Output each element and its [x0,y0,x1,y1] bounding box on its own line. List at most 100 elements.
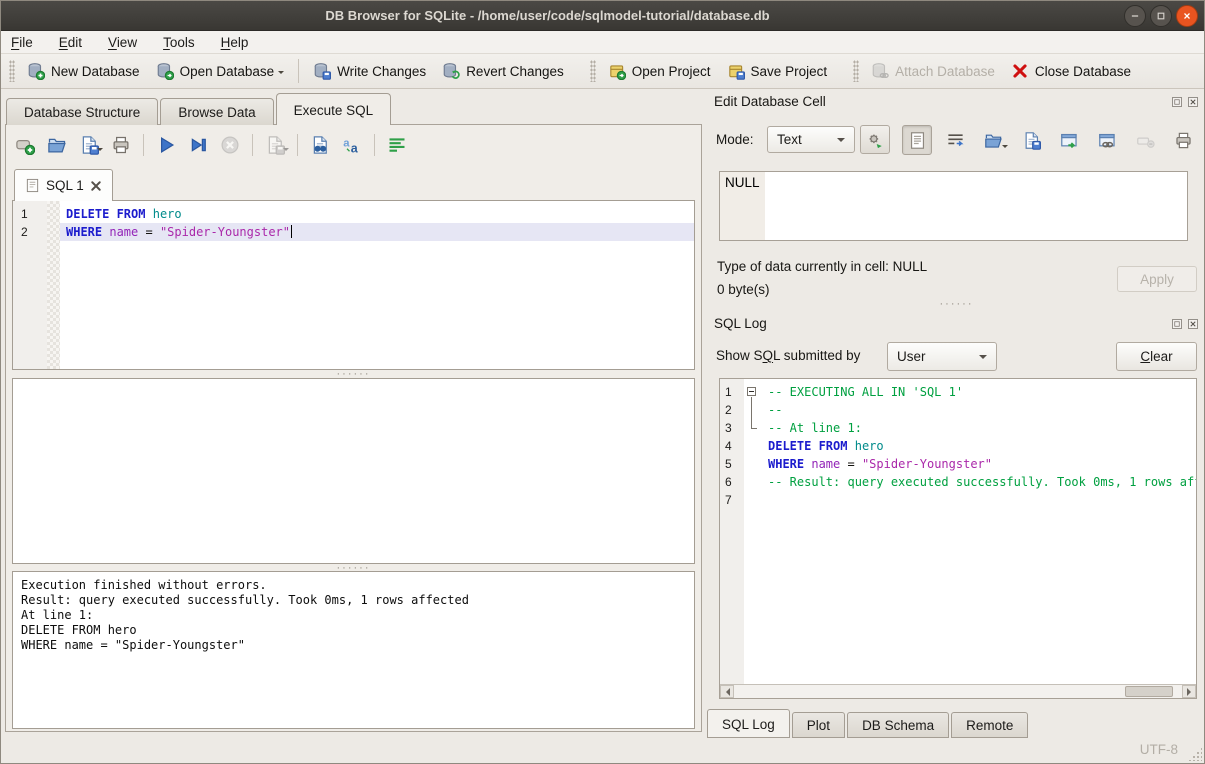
code-line: DELETE FROM hero [762,437,1196,455]
scroll-left-arrow[interactable] [720,685,734,698]
toolbar-drag-handle[interactable] [9,60,15,82]
code-line: -- At line 1: [762,419,1196,437]
message-line: DELETE FROM hero [21,623,686,638]
fold-marker[interactable] [744,383,762,401]
line-number: 1 [720,383,744,401]
bottom-tab-remote[interactable]: Remote [951,712,1028,738]
import-data-button[interactable] [978,125,1008,155]
toolbar-drag-handle[interactable] [590,60,596,82]
open-database-label: Open Database [180,64,275,79]
menu-item-tools[interactable]: Tools [163,35,195,50]
dock-splitter[interactable]: ······ [707,301,1205,307]
sql-editor-toolbar: aa [10,131,412,159]
bottom-tab-db-schema[interactable]: DB Schema [847,712,949,738]
revert-changes-button[interactable]: Revert Changes [434,57,572,85]
scroll-right-arrow[interactable] [1182,685,1196,698]
bottom-tab-sql-log[interactable]: SQL Log [707,709,790,738]
menu-item-file[interactable]: File [11,35,33,50]
attach-database-button[interactable]: Attach Database [863,57,1003,85]
editor-code-area[interactable]: DELETE FROM heroWHERE name = "Spider-You… [60,201,694,369]
code-line: WHERE name = "Spider-Youngster" [60,223,694,241]
save-results-button[interactable] [260,131,290,159]
open-external-button[interactable] [1054,125,1084,155]
log-filter-select[interactable]: User [887,342,997,371]
log-horizontal-scrollbar[interactable] [720,684,1196,698]
set-null-button[interactable] [1130,125,1160,155]
svg-text:a: a [343,137,350,149]
text-mode-icon [908,131,927,150]
close-db-icon [1011,62,1029,80]
bottom-tab-plot[interactable]: Plot [792,712,845,738]
sql-editor[interactable]: 12 DELETE FROM heroWHERE name = "Spider-… [12,200,695,370]
print-sql-button[interactable] [106,131,136,159]
new-database-button[interactable]: New Database [19,57,148,85]
scrollbar-thumb[interactable] [1125,686,1173,697]
title-bar[interactable]: DB Browser for SQLite - /home/user/code/… [1,1,1204,31]
open-database-button[interactable]: Open Database [148,57,293,85]
menu-item-view[interactable]: View [108,35,137,50]
results-table-area[interactable] [12,378,695,564]
print-cell-button[interactable] [1168,125,1198,155]
sql-document-tab[interactable]: SQL 1 [14,169,113,201]
external-icon [1060,131,1079,150]
log-fold-margin[interactable] [744,379,762,684]
find-replace-button[interactable] [305,131,335,159]
code-line: WHERE name = "Spider-Youngster" [762,455,1196,473]
close-dock-icon[interactable] [1187,318,1199,330]
sql-log-dock-title: SQL Log [714,316,767,331]
auto-format-button[interactable]: aa [337,131,367,159]
apply-button[interactable]: Apply [1117,266,1197,292]
maximize-window-button[interactable] [1150,5,1172,27]
execution-message-area[interactable]: Execution finished without errors.Result… [12,571,695,729]
link-icon [1098,131,1117,150]
clear-log-button[interactable]: Clear [1116,342,1197,371]
tab-database-structure[interactable]: Database Structure [6,98,158,125]
format-icon: aa [342,135,362,155]
stop-execution-button[interactable] [215,131,245,159]
dropdown-arrow-icon[interactable] [278,71,284,77]
toolbar-drag-handle[interactable] [853,60,859,82]
link-data-button[interactable] [1092,125,1122,155]
write-changes-button[interactable]: Write Changes [305,57,434,85]
execute-all-button[interactable] [151,131,181,159]
save-sql-file-button[interactable] [74,131,104,159]
execute-line-button[interactable] [183,131,213,159]
apply-format-button[interactable] [860,125,890,154]
close-database-button[interactable]: Close Database [1003,57,1139,85]
proj-open-icon [608,62,626,80]
word-wrap-button[interactable] [382,131,412,159]
export-data-button[interactable] [1016,125,1046,155]
line-number: 7 [720,491,744,509]
gear-icon [866,131,884,149]
float-dock-icon[interactable] [1171,96,1183,108]
cell-value-editor[interactable]: NULL [719,171,1188,241]
cell-text-area[interactable] [765,172,1187,240]
code-line: -- [762,401,1196,419]
window-controls [1124,5,1198,27]
close-dock-icon[interactable] [1187,96,1199,108]
db-revert-icon [442,62,460,80]
mode-select[interactable]: Text [767,126,855,153]
new-sql-tab-button[interactable] [10,131,40,159]
sql-log-view[interactable]: 1234567 -- EXECUTING ALL IN 'SQL 1'---- … [719,378,1197,699]
close-tab-icon[interactable] [90,180,102,192]
line-number: 2 [720,401,744,419]
minimize-window-button[interactable] [1124,5,1146,27]
line-number: 5 [720,455,744,473]
fold-marker [744,401,762,419]
float-dock-icon[interactable] [1171,318,1183,330]
menu-item-help[interactable]: Help [221,35,249,50]
text-mode-button[interactable] [902,125,932,155]
cell-wordwrap-button[interactable] [940,125,970,155]
tab-execute-sql[interactable]: Execute SQL [276,93,392,125]
tab-browse-data[interactable]: Browse Data [160,98,273,125]
close-window-button[interactable] [1176,5,1198,27]
open-sql-file-button[interactable] [42,131,72,159]
line-number: 4 [720,437,744,455]
save-project-button[interactable]: Save Project [719,57,836,85]
menu-item-edit[interactable]: Edit [59,35,82,50]
open-project-button[interactable]: Open Project [600,57,719,85]
line-number: 1 [13,205,47,223]
main-tab-bar: Database StructureBrowse DataExecute SQL [6,93,393,125]
editor-results-splitter[interactable]: ······ [6,371,701,377]
